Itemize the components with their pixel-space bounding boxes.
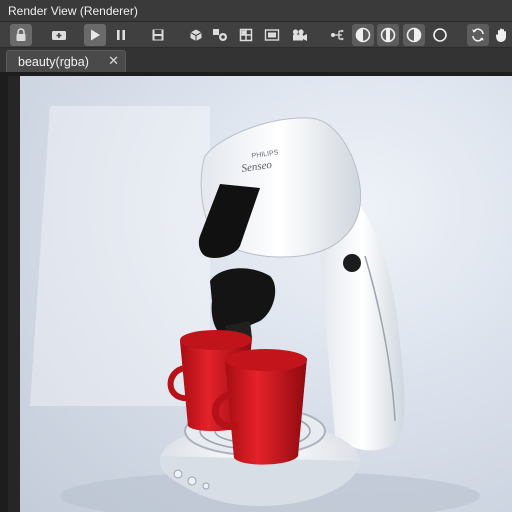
window-title: Render View (Renderer): [8, 4, 138, 18]
refresh-icon: [472, 28, 484, 42]
cube-icon: [190, 29, 202, 41]
frame-icon: [264, 29, 280, 41]
frame-button[interactable]: [261, 24, 283, 46]
circle-outline-button[interactable]: [429, 24, 451, 46]
scene-objects-button[interactable]: [209, 24, 231, 46]
lock-icon: [16, 28, 26, 41]
render-toolbar: [0, 22, 512, 48]
channels-button[interactable]: [327, 24, 349, 46]
render-image[interactable]: PHILIPS Senseo: [20, 76, 512, 512]
play-icon: [91, 29, 100, 41]
scene-objects-icon: [213, 29, 227, 41]
close-icon[interactable]: ✕: [108, 51, 119, 71]
cube-button[interactable]: [185, 24, 207, 46]
render-viewport[interactable]: PHILIPS Senseo: [0, 72, 512, 512]
camera-button[interactable]: [289, 24, 311, 46]
contrast-left-icon: [355, 27, 371, 43]
window-title-bar: Render View (Renderer): [0, 0, 512, 22]
contrast-left-button[interactable]: [352, 24, 374, 46]
circle-outline-icon: [433, 28, 447, 42]
tab-beauty-rgba[interactable]: beauty(rgba) ✕: [6, 50, 126, 72]
add-snapshot-button[interactable]: [48, 24, 70, 46]
camera-icon: [292, 29, 307, 41]
tab-label: beauty(rgba): [18, 55, 89, 69]
pause-button[interactable]: [110, 24, 132, 46]
add-snapshot-icon: [52, 31, 66, 40]
hand-pan-icon: [495, 28, 506, 42]
image-tab-strip: beauty(rgba) ✕: [0, 48, 512, 72]
rendered-coffee-machine-image: PHILIPS Senseo: [30, 106, 480, 512]
pause-icon: [117, 30, 125, 40]
hand-pan-button[interactable]: [492, 24, 512, 46]
lock-button[interactable]: [10, 24, 32, 46]
grid-layout-button[interactable]: [235, 24, 257, 46]
refresh-button[interactable]: [467, 24, 489, 46]
contrast-center-button[interactable]: [377, 24, 399, 46]
viewport-left-margin: [8, 76, 20, 512]
contrast-right-icon: [406, 27, 422, 43]
contrast-right-button[interactable]: [403, 24, 425, 46]
save-button[interactable]: [147, 24, 169, 46]
play-button[interactable]: [84, 24, 106, 46]
channels-icon: [331, 29, 344, 41]
contrast-center-icon: [380, 27, 396, 43]
save-icon: [152, 29, 164, 41]
grid-layout-icon: [239, 28, 253, 42]
